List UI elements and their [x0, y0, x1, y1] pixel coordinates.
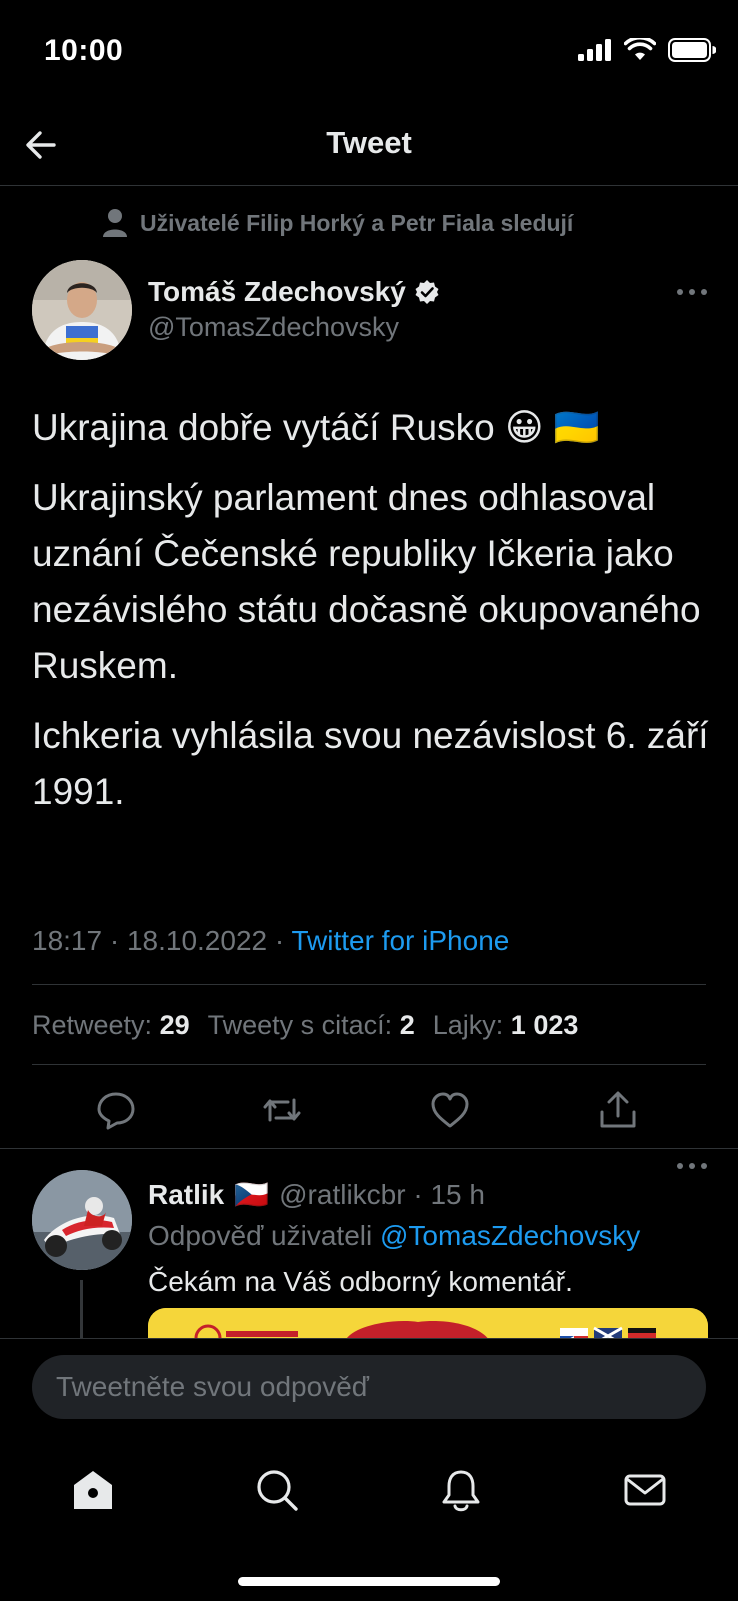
search-icon[interactable]: [254, 1467, 300, 1513]
likes-stat[interactable]: Lajky: 1 023: [433, 1010, 579, 1041]
actions-divider: [0, 1148, 738, 1149]
reply-composer-placeholder: Tweetněte svou odpověď: [56, 1371, 369, 1402]
header-divider: [0, 185, 738, 186]
top-app-bar: Tweet: [0, 105, 738, 185]
author-handle[interactable]: @TomasZdechovsky: [148, 312, 399, 343]
retweets-label: Retweety:: [32, 1010, 153, 1040]
tweet-timestamp: 18:17 · 18.10.2022 ·: [32, 925, 292, 956]
tweet-paragraph: Ichkeria vyhlásila svou nezávislost 6. z…: [32, 715, 709, 812]
tweet-paragraph: Ukrajina dobře vytáčí Rusko 😀 🇺🇦: [32, 407, 600, 448]
reply-header: Ratlik 🇨🇿 @ratlikcbr · 15 h: [148, 1178, 485, 1211]
signal-icon: [578, 39, 611, 61]
status-time: 10:00: [44, 34, 124, 67]
quotes-stat[interactable]: Tweety s citací: 2: [208, 1010, 415, 1041]
reply-composer-input[interactable]: Tweetněte svou odpověď: [32, 1355, 706, 1419]
author-name: Tomáš Zdechovský: [148, 276, 406, 307]
home-indicator: [238, 1577, 500, 1586]
author-name-row[interactable]: Tomáš Zdechovský: [148, 276, 440, 308]
person-icon: [103, 209, 127, 237]
tweet-timestamp-row: 18:17 · 18.10.2022 · Twitter for iPhone: [32, 925, 509, 957]
notifications-icon[interactable]: [438, 1467, 484, 1513]
meta-divider: [32, 984, 706, 985]
replying-to: Odpověď uživateli @TomasZdechovsky: [148, 1220, 640, 1252]
reply-author-name[interactable]: Ratlik: [148, 1179, 224, 1211]
quotes-count: 2: [399, 1010, 415, 1040]
social-context[interactable]: Uživatelé Filip Horký a Petr Fiala sledu…: [102, 208, 573, 238]
social-context-text: Uživatelé Filip Horký a Petr Fiala sledu…: [140, 209, 574, 236]
reply-flag: 🇨🇿: [234, 1179, 270, 1210]
reply-text: Čekám na Váš odborný komentář.: [148, 1266, 573, 1297]
likes-count: 1 023: [510, 1010, 579, 1040]
quotes-label: Tweety s citací:: [207, 1010, 393, 1040]
status-bar: 10:00: [0, 0, 738, 105]
status-icons: [578, 38, 716, 62]
retweet-icon[interactable]: [260, 1088, 304, 1132]
page-title: Tweet: [326, 125, 412, 160]
thread-line: [80, 1280, 83, 1340]
tweet-source-link[interactable]: Twitter for iPhone: [291, 925, 509, 956]
tweet-paragraph: Ukrajinský parlament dnes odhlasoval uzn…: [32, 477, 701, 686]
author-avatar[interactable]: [32, 260, 132, 360]
retweets-count: 29: [159, 1010, 190, 1040]
battery-icon: [668, 38, 716, 62]
wifi-icon: [624, 38, 656, 60]
replying-prefix: Odpověď uživateli: [148, 1220, 380, 1251]
share-icon[interactable]: [596, 1088, 640, 1132]
avatar-image: [32, 260, 132, 360]
retweets-stat[interactable]: Retweety: 29: [32, 1010, 190, 1041]
tweet-actions: [0, 1078, 738, 1148]
likes-label: Lajky:: [432, 1010, 504, 1040]
verified-badge-icon: [415, 280, 439, 304]
reply-author-meta: @ratlikcbr · 15 h: [279, 1178, 485, 1210]
messages-icon[interactable]: [622, 1467, 668, 1513]
tweet-stats: Retweety: 29 Tweety s citací: 2 Lajky: 1…: [32, 1010, 578, 1041]
tweet-text: Ukrajina dobře vytáčí Rusko 😀 🇺🇦 Ukrajin…: [32, 400, 712, 834]
replying-handle-link[interactable]: @TomasZdechovsky: [380, 1220, 640, 1251]
more-icon[interactable]: [674, 286, 710, 298]
reply-more-icon[interactable]: [674, 1160, 710, 1172]
reply-avatar[interactable]: [32, 1170, 132, 1270]
like-icon[interactable]: [428, 1088, 472, 1132]
reply-avatar-image: [32, 1170, 132, 1270]
reply-icon[interactable]: [94, 1088, 138, 1132]
bottom-bar: Tweetněte svou odpověď: [0, 1338, 738, 1601]
stats-divider: [32, 1064, 706, 1065]
home-icon[interactable]: [70, 1467, 116, 1513]
